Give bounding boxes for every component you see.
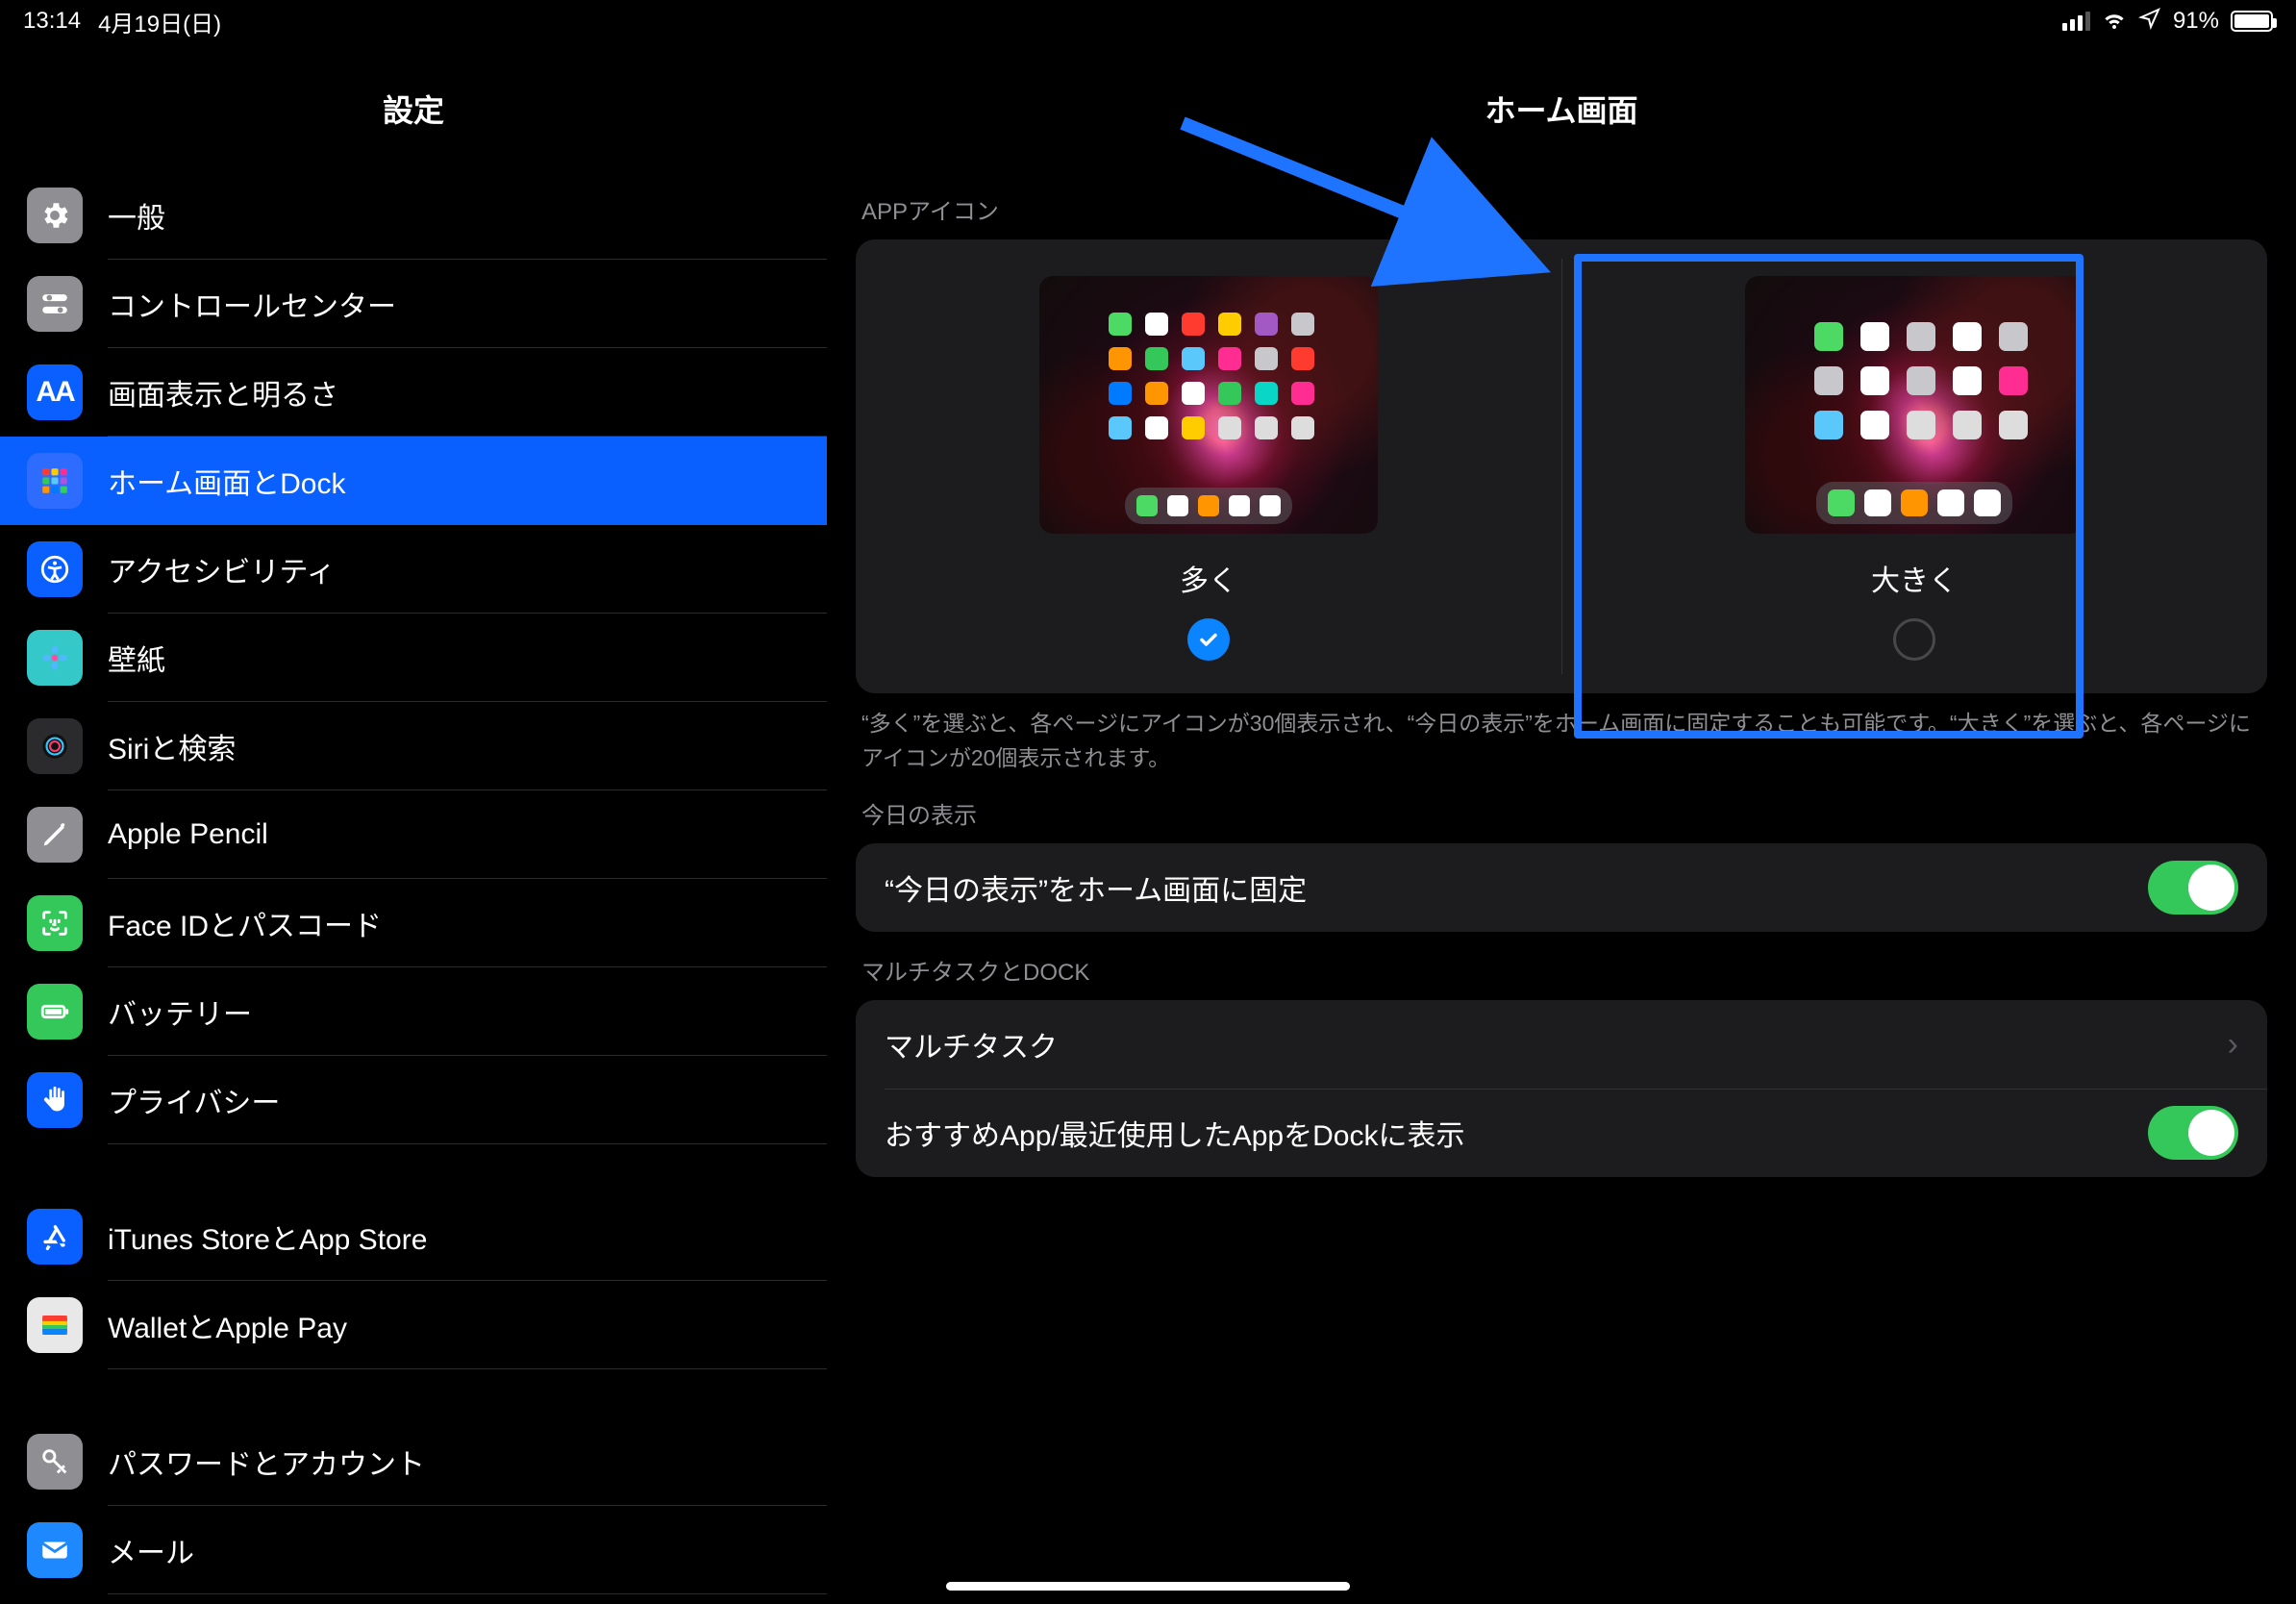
hand-icon [27,1072,83,1128]
detail-pane: ホーム画面 APPアイコン [827,42,2296,1604]
status-time: 13:14 [23,8,81,35]
sidebar-item-label: Face IDとパスコード [108,902,382,944]
pencil-icon [27,807,83,863]
row-keep-today-view[interactable]: “今日の表示”をホーム画面に固定 [856,843,2267,932]
preview-more [1039,276,1378,534]
sidebar-item-app-store[interactable]: iTunes StoreとApp Store [0,1192,827,1281]
sidebar-item-label: WalletとApple Pay [108,1304,347,1346]
sidebar-item-label: アクセシビリティ [108,548,336,590]
sidebar-item-label: メール [108,1529,194,1571]
mail-icon [27,1522,83,1578]
key-icon [27,1434,83,1490]
apps-grid-icon [27,453,83,509]
section-header-app-icons: APPアイコン [856,171,2267,239]
sidebar-item-faceid[interactable]: Face IDとパスコード [0,879,827,967]
sidebar-item-label: 画面表示と明るさ [108,371,338,414]
detail-title: ホーム画面 [827,42,2296,171]
sidebar-item-display[interactable]: AA 画面表示と明るさ [0,348,827,437]
multitask-panel: マルチタスク › おすすめApp/最近使用したAppをDockに表示 [856,1000,2267,1177]
sidebar-item-label: 壁紙 [108,637,165,679]
sidebar-item-general[interactable]: 一般 [0,171,827,260]
sidebar-item-label: ホーム画面とDock [108,460,345,502]
sidebar-title: 設定 [0,42,827,171]
settings-sidebar: 設定 一般 コントロールセンター AA 画面表示と明るさ ホーム画面とDock … [0,42,827,1604]
gear-icon [27,188,83,243]
sidebar-item-label: プライバシー [108,1079,280,1121]
row-label: “今日の表示”をホーム画面に固定 [885,866,1307,909]
home-indicator[interactable] [946,1582,1350,1591]
status-bar: 13:14 4月19日(日) 91% [0,0,2296,42]
battery-icon [2231,11,2273,32]
location-icon [2138,7,2161,37]
sidebar-item-label: バッテリー [108,990,252,1033]
toggle-dock-suggestions[interactable] [2148,1106,2238,1160]
section-header-multitask: マルチタスクとDOCK [856,932,2267,1000]
text-size-icon: AA [27,364,83,420]
choice-larger[interactable]: 大きく [1561,239,2267,693]
choice-more[interactable]: 多く [856,239,1561,693]
section-header-today: 今日の表示 [856,775,2267,843]
sidebar-item-wallet[interactable]: WalletとApple Pay [0,1281,827,1369]
faceid-icon [27,895,83,951]
sidebar-item-label: 一般 [108,194,165,237]
toggle-today-view[interactable] [2148,861,2238,915]
sidebar-item-siri[interactable]: Siriと検索 [0,702,827,790]
wallet-icon [27,1297,83,1353]
sidebar-item-label: パスワードとアカウント [108,1441,425,1483]
wifi-icon [2102,6,2127,38]
accessibility-icon [27,541,83,597]
sidebar-item-control-center[interactable]: コントロールセンター [0,260,827,348]
sidebar-item-home-dock[interactable]: ホーム画面とDock [0,437,827,525]
siri-icon [27,718,83,774]
sidebar-item-wallpaper[interactable]: 壁紙 [0,614,827,702]
choice-larger-label: 大きく [1871,557,1958,599]
app-store-icon [27,1209,83,1265]
sidebar-item-accessibility[interactable]: アクセシビリティ [0,525,827,614]
today-panel: “今日の表示”をホーム画面に固定 [856,843,2267,932]
toggles-icon [27,276,83,332]
sidebar-item-battery[interactable]: バッテリー [0,967,827,1056]
sidebar-item-label: Siriと検索 [108,725,236,767]
row-label: マルチタスク [885,1023,1058,1065]
radio-larger-unchecked[interactable] [1893,618,1935,661]
cellular-icon [2062,12,2090,31]
sidebar-item-mail[interactable]: メール [0,1506,827,1594]
sidebar-item-apple-pencil[interactable]: Apple Pencil [0,790,827,879]
app-icon-panel: 多く [856,239,2267,693]
row-multitask[interactable]: マルチタスク › [856,1000,2267,1089]
sidebar-item-passwords[interactable]: パスワードとアカウント [0,1417,827,1506]
choice-more-label: 多く [1180,557,1237,599]
row-dock-suggestions[interactable]: おすすめApp/最近使用したAppをDockに表示 [856,1089,2267,1177]
row-label: おすすめApp/最近使用したAppをDockに表示 [885,1112,1464,1154]
chevron-right-icon: › [2228,1026,2238,1064]
flower-icon [27,630,83,686]
app-icon-footer: “多く”を選ぶと、各ページにアイコンが30個表示され、“今日の表示”をホーム画面… [856,693,2267,775]
battery-percent: 91% [2173,8,2219,35]
sidebar-item-label: iTunes StoreとApp Store [108,1216,427,1258]
radio-more-checked[interactable] [1187,618,1230,661]
battery-icon [27,984,83,1040]
sidebar-item-privacy[interactable]: プライバシー [0,1056,827,1144]
status-date: 4月19日(日) [98,5,221,38]
sidebar-item-label: Apple Pencil [108,818,268,851]
preview-larger [1745,276,2084,534]
sidebar-item-label: コントロールセンター [108,283,396,325]
